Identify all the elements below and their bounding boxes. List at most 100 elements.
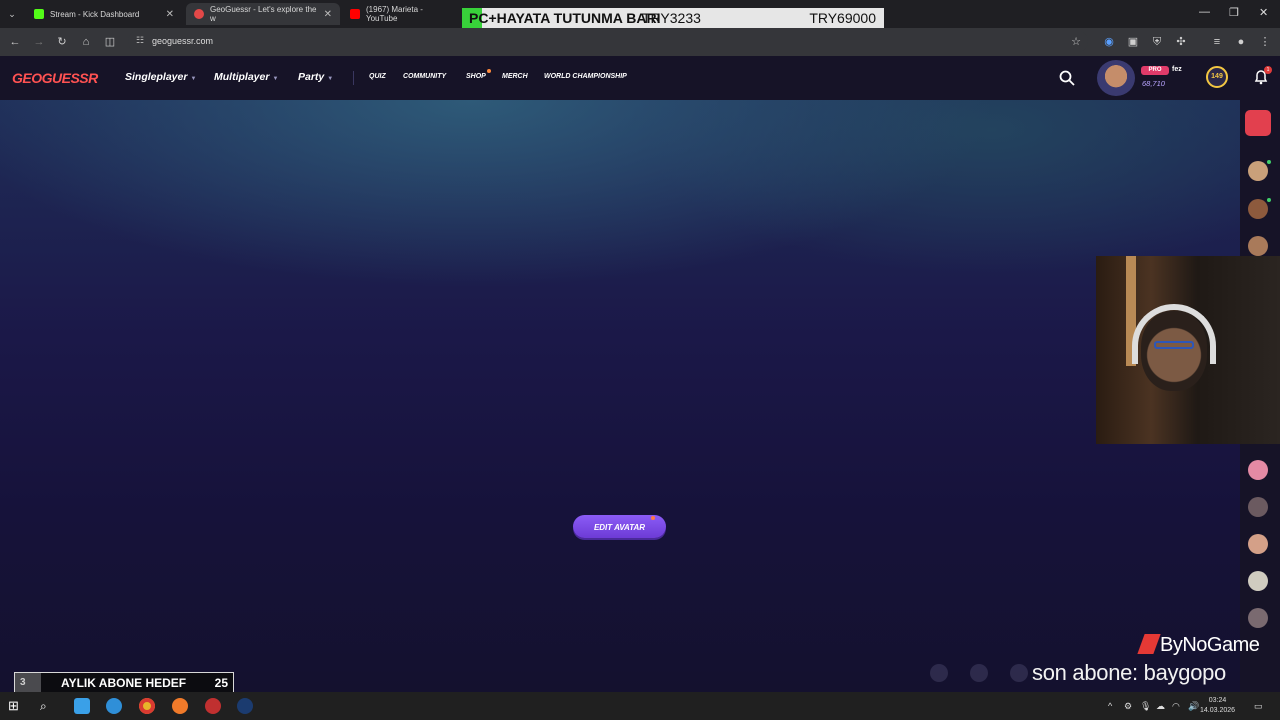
- kick-favicon-icon: [34, 9, 44, 19]
- shop-notification-dot: [487, 69, 491, 73]
- media-controls-icon[interactable]: ≡: [1209, 34, 1225, 50]
- chevron-down-icon: ▼: [272, 76, 279, 82]
- friend-avatar[interactable]: [1248, 161, 1268, 181]
- friend-avatar[interactable]: [1248, 199, 1268, 219]
- split-view-icon[interactable]: ◫: [102, 34, 118, 50]
- friend-avatar[interactable]: [1248, 608, 1268, 628]
- windows-taskbar: [0, 692, 1280, 720]
- menu-icon[interactable]: ⋮: [1257, 34, 1273, 50]
- geoguessr-favicon-icon: [194, 9, 204, 19]
- clock-time: 03:24: [1208, 697, 1227, 704]
- decorative-bubble: [930, 664, 948, 682]
- pro-badge: PRO: [1141, 66, 1169, 75]
- user-avatar[interactable]: [1097, 60, 1135, 96]
- tab-title: Stream - Kick Dashboard: [50, 9, 140, 19]
- headset: [1132, 304, 1216, 364]
- bynogame-mark-icon: [1137, 634, 1161, 654]
- search-icon[interactable]: [1058, 69, 1076, 87]
- minimize-icon[interactable]: —: [1199, 6, 1210, 18]
- tab-kick-dashboard[interactable]: Stream - Kick Dashboard ✕: [26, 3, 182, 25]
- decorative-bubble: [970, 664, 988, 682]
- level-badge[interactable]: 149: [1206, 66, 1228, 88]
- subscriber-goal-current: 3: [20, 677, 26, 688]
- edit-avatar-notification-dot: [651, 516, 655, 520]
- xp-count: 68,710: [1142, 79, 1165, 88]
- tab-title: GeoGuessr - Let's explore the w: [210, 5, 317, 23]
- nav-label: Multiplayer: [214, 71, 270, 83]
- site-info-icon[interactable]: ☷: [136, 35, 144, 46]
- close-tab-icon[interactable]: ✕: [324, 9, 332, 20]
- volume-icon[interactable]: 🔊: [1188, 701, 1199, 712]
- url-text: geoguessr.com: [152, 36, 214, 46]
- extension-icon[interactable]: ◉: [1101, 34, 1117, 50]
- online-indicator: [1267, 160, 1271, 164]
- extensions-puzzle-icon[interactable]: ✣: [1173, 34, 1189, 50]
- wifi-icon[interactable]: ◠: [1172, 701, 1180, 712]
- nav-quiz[interactable]: QUIZ: [369, 73, 386, 80]
- windows-start-icon[interactable]: ⊞: [8, 698, 24, 714]
- network-icon[interactable]: ☁: [1156, 701, 1165, 712]
- nav-party[interactable]: Party ▼: [298, 71, 333, 83]
- friend-avatar[interactable]: [1248, 236, 1268, 256]
- chrome-icon[interactable]: [139, 698, 155, 714]
- shield-icon[interactable]: ⛨: [1149, 34, 1165, 50]
- donation-goal-overlay: PC+HAYATA TUTUNMA BARI TRY3233 TRY69000: [462, 8, 884, 29]
- tab-geoguessr[interactable]: GeoGuessr - Let's explore the w ✕: [186, 3, 340, 25]
- donation-goal-target: TRY69000: [809, 10, 876, 26]
- friend-avatar[interactable]: [1248, 460, 1268, 480]
- username[interactable]: fez: [1172, 66, 1182, 73]
- address-bar[interactable]: ☷ geoguessr.com: [128, 31, 1088, 52]
- friend-avatar[interactable]: [1248, 497, 1268, 517]
- subscriber-goal-label: AYLIK ABONE HEDEF: [61, 676, 187, 690]
- nav-singleplayer[interactable]: Singleplayer ▼: [125, 71, 196, 83]
- maximize-icon[interactable]: ❐: [1229, 6, 1239, 19]
- notification-center-icon[interactable]: ▭: [1254, 701, 1263, 712]
- geoguessr-logo[interactable]: GEOGUESSR: [12, 70, 98, 86]
- search-icon[interactable]: ⌕: [40, 698, 56, 714]
- friend-avatar[interactable]: [1248, 571, 1268, 591]
- main-content: [0, 100, 1240, 692]
- bynogame-logo: ByNoGame: [1137, 634, 1260, 657]
- forward-icon[interactable]: →: [31, 34, 47, 50]
- back-icon[interactable]: ←: [7, 34, 23, 50]
- notification-count-badge: 1: [1264, 66, 1272, 74]
- nav-shop[interactable]: SHOP: [466, 73, 486, 80]
- friends-icon[interactable]: [1245, 110, 1271, 136]
- donation-goal-label: PC+HAYATA TUTUNMA BARI: [469, 10, 661, 26]
- tab-search-icon[interactable]: ⌄: [6, 8, 18, 20]
- decorative-bubble: [1010, 664, 1028, 682]
- tab-youtube[interactable]: (1967) Marieta - YouTube: [342, 3, 460, 25]
- brand-name: ByNoGame: [1160, 634, 1260, 656]
- online-indicator: [1267, 198, 1271, 202]
- firefox-icon[interactable]: [172, 698, 188, 714]
- nav-label: Singleplayer: [125, 71, 188, 83]
- clock[interactable]: 03:24 14.03.2026: [1200, 696, 1235, 716]
- profile-icon[interactable]: ●: [1233, 34, 1249, 50]
- close-window-icon[interactable]: ✕: [1259, 6, 1268, 19]
- nav-community[interactable]: COMMUNITY: [403, 73, 446, 80]
- nav-divider: [353, 71, 354, 85]
- reload-icon[interactable]: ↻: [54, 34, 70, 50]
- youtube-favicon-icon: [350, 9, 360, 19]
- bookmark-star-icon[interactable]: ☆: [1068, 34, 1084, 50]
- tray-chevron-icon[interactable]: ^: [1108, 701, 1112, 711]
- clock-date: 14.03.2026: [1200, 707, 1236, 714]
- webcam-overlay: [1096, 256, 1280, 444]
- donation-goal-current: TRY3233: [642, 10, 701, 26]
- obs-icon[interactable]: [205, 698, 221, 714]
- tray-app-icon[interactable]: ⚙: [1124, 701, 1132, 712]
- edge-icon[interactable]: [106, 698, 122, 714]
- chevron-down-icon: ▼: [327, 76, 334, 82]
- app-icon[interactable]: [74, 698, 90, 714]
- nav-world-championship[interactable]: WORLD CHAMPIONSHIP: [544, 73, 627, 80]
- nav-merch[interactable]: MERCH: [502, 73, 528, 80]
- extension-icon[interactable]: ▣: [1125, 34, 1141, 50]
- steam-icon[interactable]: [237, 698, 253, 714]
- home-icon[interactable]: ⌂: [78, 34, 94, 50]
- chevron-down-icon: ▼: [190, 76, 197, 82]
- nav-multiplayer[interactable]: Multiplayer ▼: [214, 71, 278, 83]
- tab-title: (1967) Marieta - YouTube: [366, 5, 423, 23]
- friend-avatar[interactable]: [1248, 534, 1268, 554]
- microphone-icon[interactable]: 🎙: [1140, 701, 1151, 712]
- close-tab-icon[interactable]: ✕: [166, 9, 174, 20]
